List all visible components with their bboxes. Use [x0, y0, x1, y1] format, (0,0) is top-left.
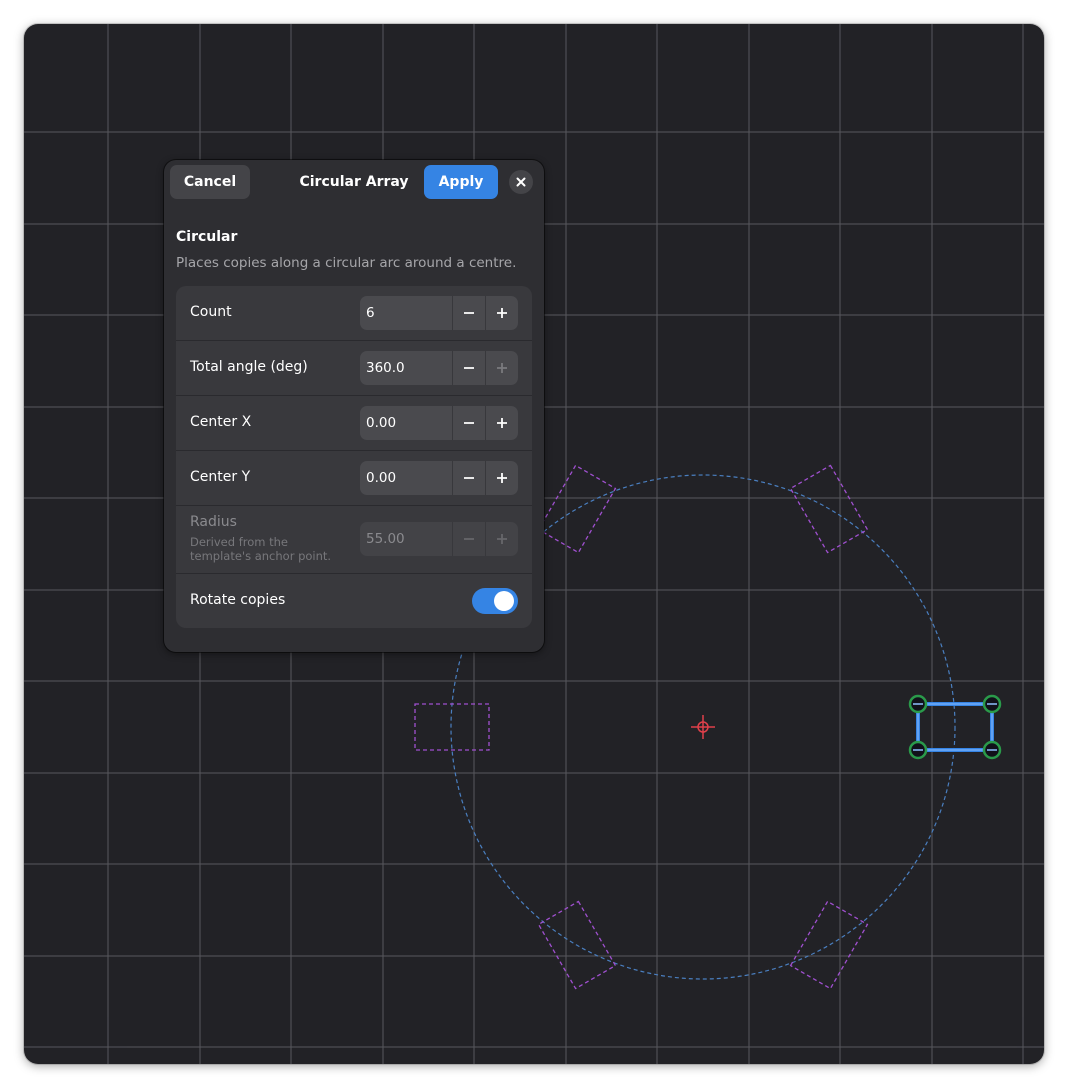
center-y-value[interactable]: 0.00	[366, 461, 396, 495]
app-window: Cancel Circular Array Apply Circular Pla…	[24, 24, 1044, 1064]
apply-button[interactable]: Apply	[424, 165, 498, 199]
row-radius: Radius Derived from the template's ancho…	[176, 506, 532, 574]
total-angle-increment-button[interactable]	[485, 351, 518, 385]
section-title: Circular	[176, 229, 238, 245]
row-count: Count 6	[176, 286, 532, 341]
center-x-decrement-button[interactable]	[452, 406, 485, 440]
radius-label: Radius	[190, 514, 237, 530]
minus-icon	[464, 477, 474, 479]
close-icon	[516, 177, 526, 187]
total-angle-label: Total angle (deg)	[190, 359, 308, 375]
dialog-title: Circular Array	[299, 174, 409, 190]
plus-icon	[497, 418, 507, 428]
row-center-y: Center Y 0.00	[176, 451, 532, 506]
cancel-button[interactable]: Cancel	[170, 165, 250, 199]
count-increment-button[interactable]	[485, 296, 518, 330]
center-y-label: Center Y	[190, 469, 251, 485]
plus-icon	[497, 534, 507, 544]
center-x-value[interactable]: 0.00	[366, 406, 396, 440]
rotate-copies-switch[interactable]	[472, 588, 518, 614]
center-x-increment-button[interactable]	[485, 406, 518, 440]
count-label: Count	[190, 304, 232, 320]
count-decrement-button[interactable]	[452, 296, 485, 330]
rotate-copies-label: Rotate copies	[190, 592, 286, 608]
minus-icon	[464, 538, 474, 540]
radius-decrement-button	[452, 522, 485, 556]
preview-copy	[537, 464, 617, 554]
radius-spinbutton: 55.00	[360, 522, 518, 556]
row-total-angle: Total angle (deg) 360.0	[176, 341, 532, 396]
circular-array-dialog: Cancel Circular Array Apply Circular Pla…	[164, 160, 544, 652]
row-center-x: Center X 0.00	[176, 396, 532, 451]
center-y-decrement-button[interactable]	[452, 461, 485, 495]
center-y-spinbutton[interactable]: 0.00	[360, 461, 518, 495]
section-description: Places copies along a circular arc aroun…	[176, 255, 517, 271]
count-value[interactable]: 6	[366, 296, 375, 330]
preview-copy	[789, 900, 869, 990]
total-angle-decrement-button[interactable]	[452, 351, 485, 385]
close-button[interactable]	[509, 170, 533, 194]
total-angle-spinbutton[interactable]: 360.0	[360, 351, 518, 385]
plus-icon	[497, 308, 507, 318]
count-spinbutton[interactable]: 6	[360, 296, 518, 330]
radius-increment-button	[485, 522, 518, 556]
minus-icon	[464, 422, 474, 424]
radius-value: 55.00	[366, 531, 405, 547]
minus-icon	[464, 367, 474, 369]
settings-list: Count 6 Total angle (deg) 360.0 Center X…	[176, 286, 532, 628]
center-x-spinbutton[interactable]: 0.00	[360, 406, 518, 440]
center-x-label: Center X	[190, 414, 252, 430]
center-marker[interactable]	[691, 715, 715, 739]
switch-knob	[494, 591, 514, 611]
total-angle-value[interactable]: 360.0	[366, 351, 405, 385]
plus-icon	[497, 473, 507, 483]
row-rotate-copies: Rotate copies	[176, 574, 532, 628]
plus-icon	[497, 363, 507, 373]
center-y-increment-button[interactable]	[485, 461, 518, 495]
minus-icon	[464, 312, 474, 314]
dialog-headerbar: Cancel Circular Array Apply	[164, 160, 544, 204]
radius-sublabel: Derived from the template's anchor point…	[190, 535, 332, 563]
